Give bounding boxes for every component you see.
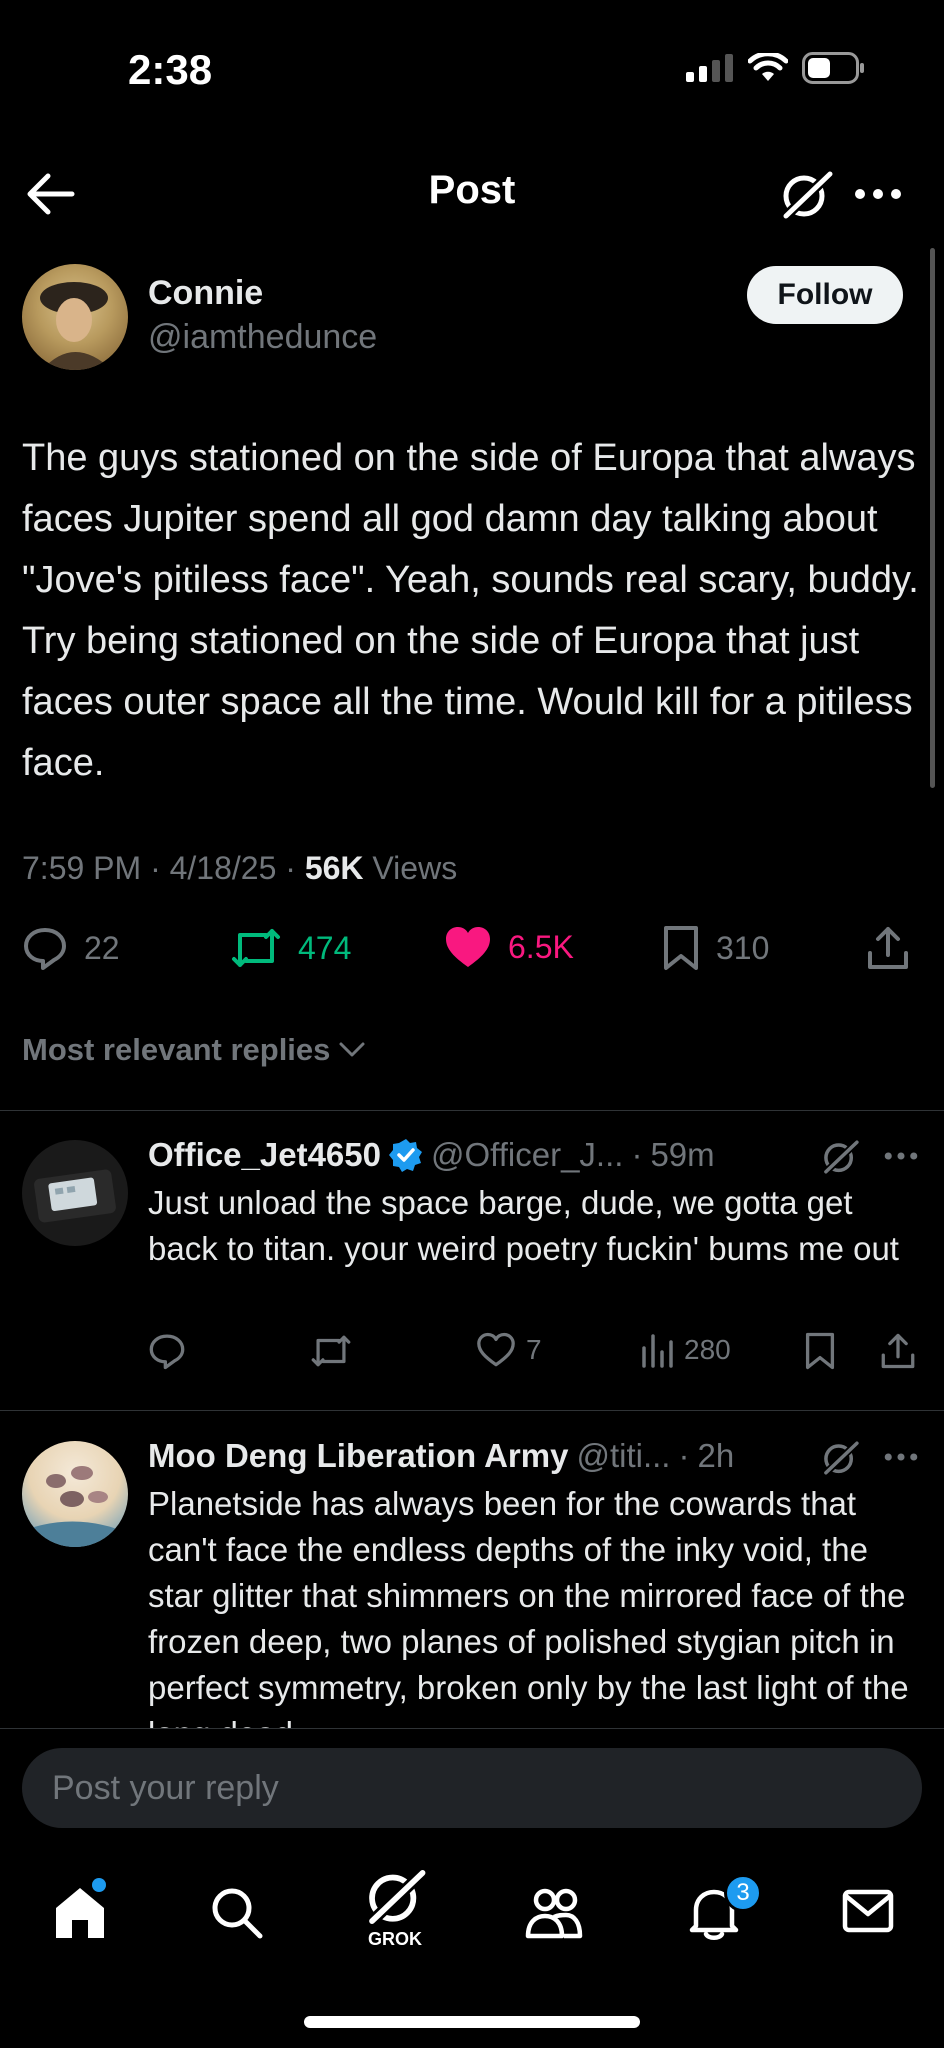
status-icons — [686, 52, 866, 84]
repost-icon — [232, 929, 280, 967]
replies-sort-label: Most relevant replies — [22, 1032, 331, 1067]
like-button[interactable]: 7 — [476, 1332, 542, 1368]
home-indicator — [304, 2016, 640, 2028]
more-options-icon[interactable] — [854, 186, 902, 202]
more-options-icon[interactable] — [884, 1150, 918, 1162]
share-button[interactable] — [880, 1332, 916, 1370]
post-meta: 7:59 PM · 4/18/25 · 56K Views — [22, 850, 457, 887]
tab-notifications[interactable]: 3 — [686, 1874, 762, 1947]
tab-messages[interactable] — [842, 1888, 894, 1939]
grok-icon[interactable] — [820, 1439, 860, 1477]
reply-item: Moo Deng Liberation Army @titi... · 2h P… — [0, 1411, 944, 1728]
post-date: 4/18/25 — [169, 850, 277, 886]
heart-icon — [446, 927, 490, 967]
reply-icon — [24, 928, 66, 970]
share-button[interactable] — [866, 925, 910, 971]
home-notification-dot — [92, 1878, 106, 1892]
reply-time: 59m — [650, 1136, 715, 1173]
repost-count: 474 — [298, 929, 352, 966]
tab-grok[interactable]: GROK — [360, 1866, 430, 1950]
wifi-icon — [748, 53, 788, 81]
replies-sort-dropdown[interactable]: Most relevant replies — [22, 1032, 366, 1068]
grok-icon — [368, 1868, 427, 1926]
bookmark-count: 310 — [716, 929, 770, 966]
reply-input[interactable]: Post your reply — [22, 1748, 922, 1828]
tab-communities[interactable] — [524, 1886, 584, 1945]
views-chart-icon — [642, 1334, 673, 1368]
bookmark-icon — [805, 1332, 835, 1370]
post-actions: 22 474 6.5K 310 — [22, 925, 922, 985]
reply-button[interactable] — [148, 1332, 186, 1370]
author-handle[interactable]: @iamthedunce — [148, 318, 377, 357]
verified-badge-icon — [388, 1139, 422, 1172]
like-button[interactable]: 6.5K — [444, 925, 574, 969]
reply-icon — [149, 1334, 185, 1370]
divider — [0, 1110, 944, 1111]
views-count: 280 — [684, 1334, 731, 1365]
battery-icon — [802, 52, 864, 84]
repost-button[interactable]: 474 — [230, 925, 351, 971]
communities-icon — [525, 1888, 583, 1939]
reply-header: Moo Deng Liberation Army @titi... · 2h — [148, 1437, 734, 1475]
reply-text: Planetside has always been for the cowar… — [148, 1485, 909, 1728]
reply-avatar[interactable] — [22, 1140, 128, 1246]
views-label: Views — [372, 850, 458, 886]
tab-search[interactable] — [210, 1886, 264, 1945]
follow-button[interactable]: Follow — [747, 266, 903, 324]
share-icon — [868, 927, 908, 969]
grok-icon[interactable] — [820, 1138, 860, 1176]
reply-button[interactable]: 22 — [22, 925, 120, 971]
author-name[interactable]: Connie — [148, 274, 263, 313]
meta-separator: · — [285, 850, 305, 886]
bookmark-icon — [664, 926, 698, 970]
bookmark-button[interactable] — [804, 1332, 836, 1370]
repost-button[interactable] — [310, 1332, 352, 1370]
meta-separator: · — [631, 1136, 643, 1173]
status-time: 2:38 — [128, 46, 213, 93]
grok-icon[interactable] — [778, 168, 834, 222]
repost-icon — [311, 1335, 351, 1367]
reply-actions: 7 280 — [148, 1332, 918, 1382]
reply-time: 2h — [697, 1437, 735, 1474]
bookmark-button[interactable]: 310 — [662, 925, 769, 971]
post-time: 7:59 PM — [22, 850, 142, 886]
notifications-badge: 3 — [724, 1874, 762, 1912]
reply-count: 22 — [84, 929, 120, 966]
reply-author-name[interactable]: Office_Jet4650 — [148, 1136, 381, 1174]
home-icon — [56, 1888, 104, 1938]
signal-icon — [686, 54, 733, 82]
views-button[interactable]: 280 — [640, 1332, 731, 1368]
like-count: 7 — [526, 1334, 542, 1365]
post-text: The guys stationed on the side of Europa… — [22, 437, 919, 784]
reply-avatar[interactable] — [22, 1441, 128, 1547]
like-count: 6.5K — [508, 928, 574, 965]
reply-header: Office_Jet4650 @Officer_J... · 59m — [148, 1136, 715, 1174]
mail-icon — [842, 1889, 894, 1933]
views-count: 56K — [304, 850, 364, 886]
tab-home[interactable] — [52, 1878, 108, 1945]
author-avatar[interactable] — [22, 264, 128, 370]
chevron-down-icon — [339, 1042, 365, 1057]
reply-author-name[interactable]: Moo Deng Liberation Army — [148, 1437, 568, 1475]
meta-separator: · — [150, 850, 170, 886]
heart-icon — [477, 1332, 515, 1367]
reply-author-handle[interactable]: @Officer_J... — [431, 1136, 623, 1174]
more-options-icon[interactable] — [884, 1451, 918, 1463]
reply-author-handle[interactable]: @titi... — [576, 1437, 670, 1475]
reply-text: Just unload the space barge, dude, we go… — [148, 1184, 899, 1267]
grok-label: GROK — [368, 1929, 422, 1949]
meta-separator: · — [678, 1437, 690, 1474]
share-icon — [881, 1333, 915, 1369]
search-icon — [212, 1888, 263, 1939]
